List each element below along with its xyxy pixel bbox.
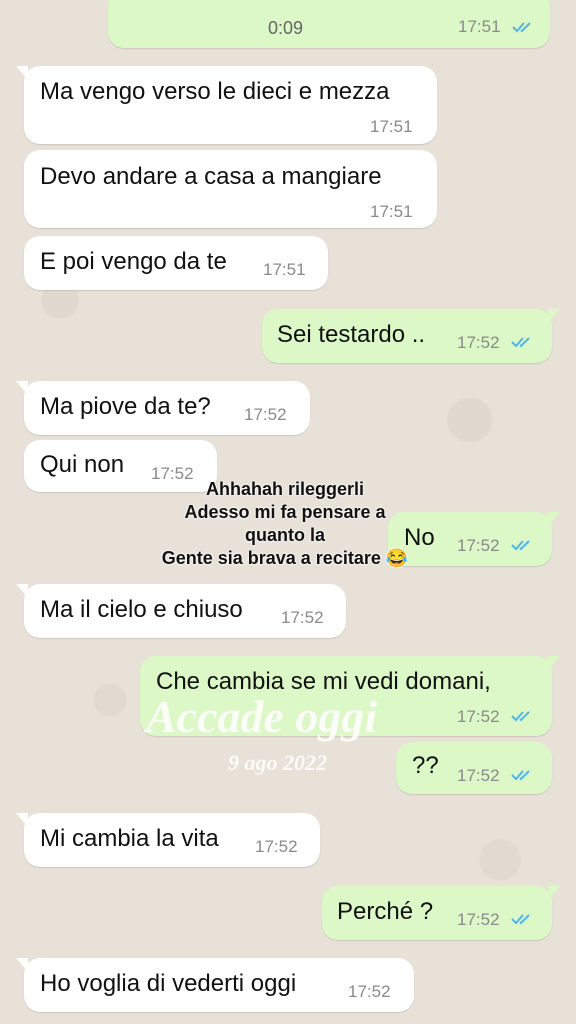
caption-line: quanto la (245, 525, 325, 545)
voice-message-bubble[interactable]: 0:09 17:51 (108, 0, 550, 48)
message-time: 17:52 (348, 982, 391, 1001)
read-ticks-icon (511, 337, 530, 348)
caption-line: Adesso mi fa pensare a (184, 502, 386, 522)
message-time: 17:52 (244, 405, 287, 424)
message-time: 17:52 (255, 837, 298, 856)
bubble-tail (548, 512, 560, 526)
incoming-message[interactable]: Devo andare a casa a mangiare 17:51 (24, 150, 437, 228)
message-time: 17:52 (457, 766, 500, 785)
message-time: 17:52 (457, 910, 500, 929)
message-text: E poi vengo da te (40, 248, 227, 275)
incoming-message[interactable]: Ho voglia di vederti oggi 17:52 (16, 958, 414, 1012)
read-ticks-icon (511, 711, 530, 722)
bubble-tail (16, 584, 28, 598)
message-text: Devo andare a casa a mangiare (40, 163, 382, 190)
message-time: 17:52 (457, 333, 500, 352)
message-time: 17:51 (458, 17, 501, 36)
incoming-message[interactable]: Ma piove da te? 17:52 (16, 381, 310, 435)
bubble-tail (548, 309, 560, 323)
story-caption: Ahhahah rileggerli Adesso mi fa pensare … (140, 478, 430, 570)
caption-line: Ahhahah rileggerli (205, 479, 365, 499)
message-text: Ma il cielo e chiuso (40, 596, 243, 623)
message-time: 17:52 (457, 536, 500, 555)
read-ticks-icon (512, 22, 531, 33)
read-ticks-icon (511, 770, 530, 781)
read-ticks-icon (511, 914, 530, 925)
message-time: 17:51 (263, 260, 306, 279)
outgoing-message[interactable]: Perché ? 17:52 (322, 886, 560, 940)
message-time: 17:52 (457, 707, 500, 726)
bubble-tail (16, 813, 28, 827)
bubble-tail (16, 381, 28, 395)
read-ticks-icon (511, 540, 530, 551)
message-text: Qui non (40, 451, 125, 478)
incoming-message[interactable]: Mi cambia la vita 17:52 (16, 813, 320, 867)
bubble-tail (548, 886, 560, 900)
message-text: ?? (412, 752, 439, 779)
outgoing-message[interactable]: Sei testardo .. 17:52 (262, 309, 560, 363)
bubble-tail (548, 656, 560, 670)
message-time: 17:51 (370, 117, 413, 136)
memories-watermark-title: Accade oggi (146, 691, 378, 742)
message-time: 17:51 (370, 202, 413, 221)
incoming-message[interactable]: E poi vengo da te 17:51 (24, 236, 328, 290)
message-text: Mi cambia la vita (40, 825, 219, 852)
message-time: 17:52 (281, 608, 324, 627)
memories-watermark-date: 9 ago 2022 (228, 750, 327, 775)
voice-message-duration: 0:09 (268, 18, 304, 38)
message-text: Perché ? (337, 898, 434, 925)
bubble-tail (16, 66, 28, 80)
caption-line: Gente sia brava a recitare 😂 (161, 548, 409, 568)
message-text: Ma vengo verso le dieci e mezza (40, 78, 390, 105)
message-text: Ho voglia di vederti oggi (40, 970, 297, 997)
incoming-message[interactable]: Ma il cielo e chiuso 17:52 (16, 584, 346, 638)
outgoing-message[interactable]: ?? 17:52 (396, 742, 552, 794)
message-text: Ma piove da te? (40, 393, 211, 420)
bubble-tail (16, 958, 28, 972)
incoming-message[interactable]: Ma vengo verso le dieci e mezza 17:51 (16, 66, 437, 144)
message-text: Sei testardo .. (277, 321, 426, 348)
